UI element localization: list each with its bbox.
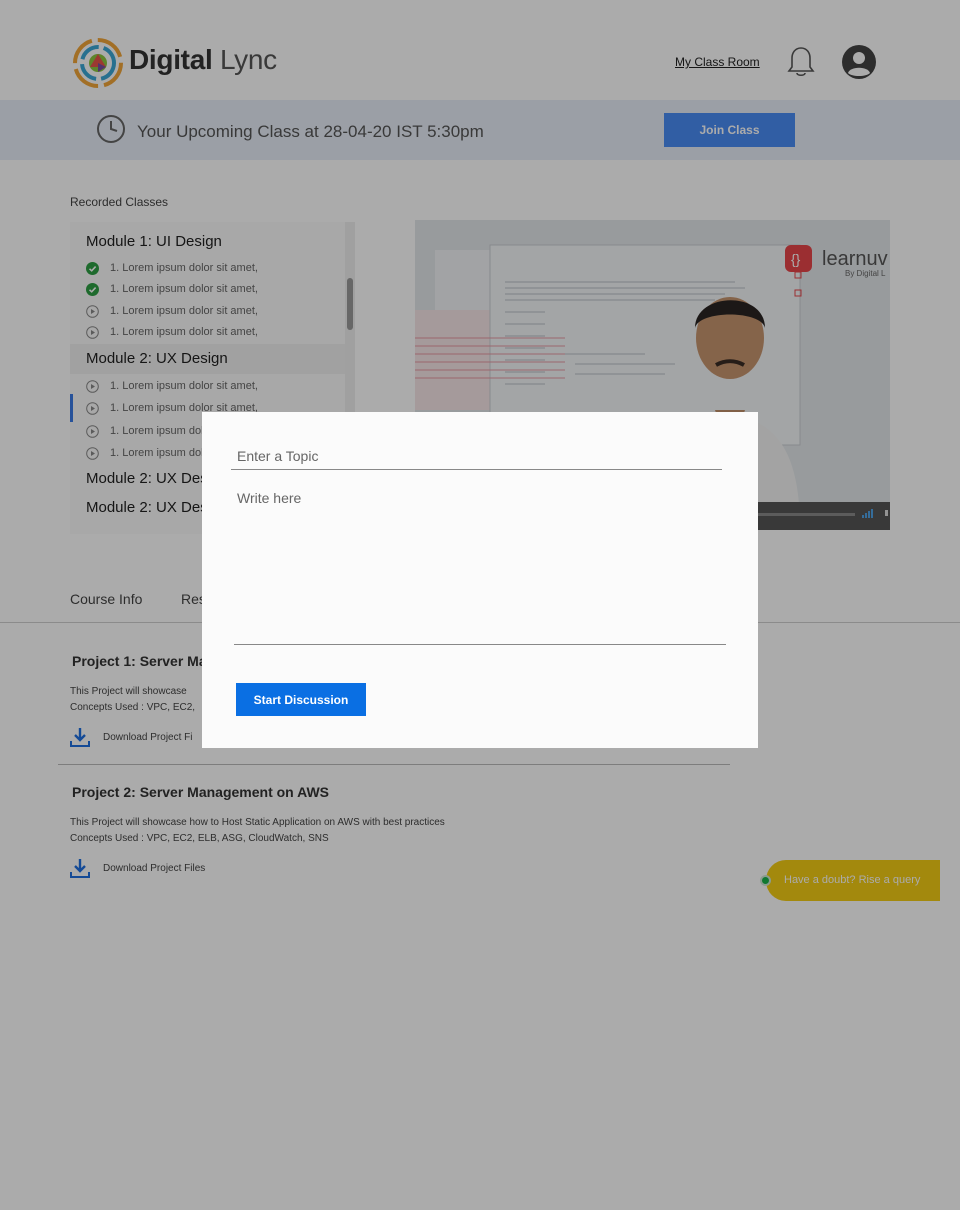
start-discussion-button[interactable]: Start Discussion — [236, 683, 366, 716]
topic-input[interactable] — [231, 442, 722, 470]
discussion-body-textarea[interactable] — [234, 488, 726, 645]
start-discussion-modal: Start Discussion — [202, 412, 758, 748]
